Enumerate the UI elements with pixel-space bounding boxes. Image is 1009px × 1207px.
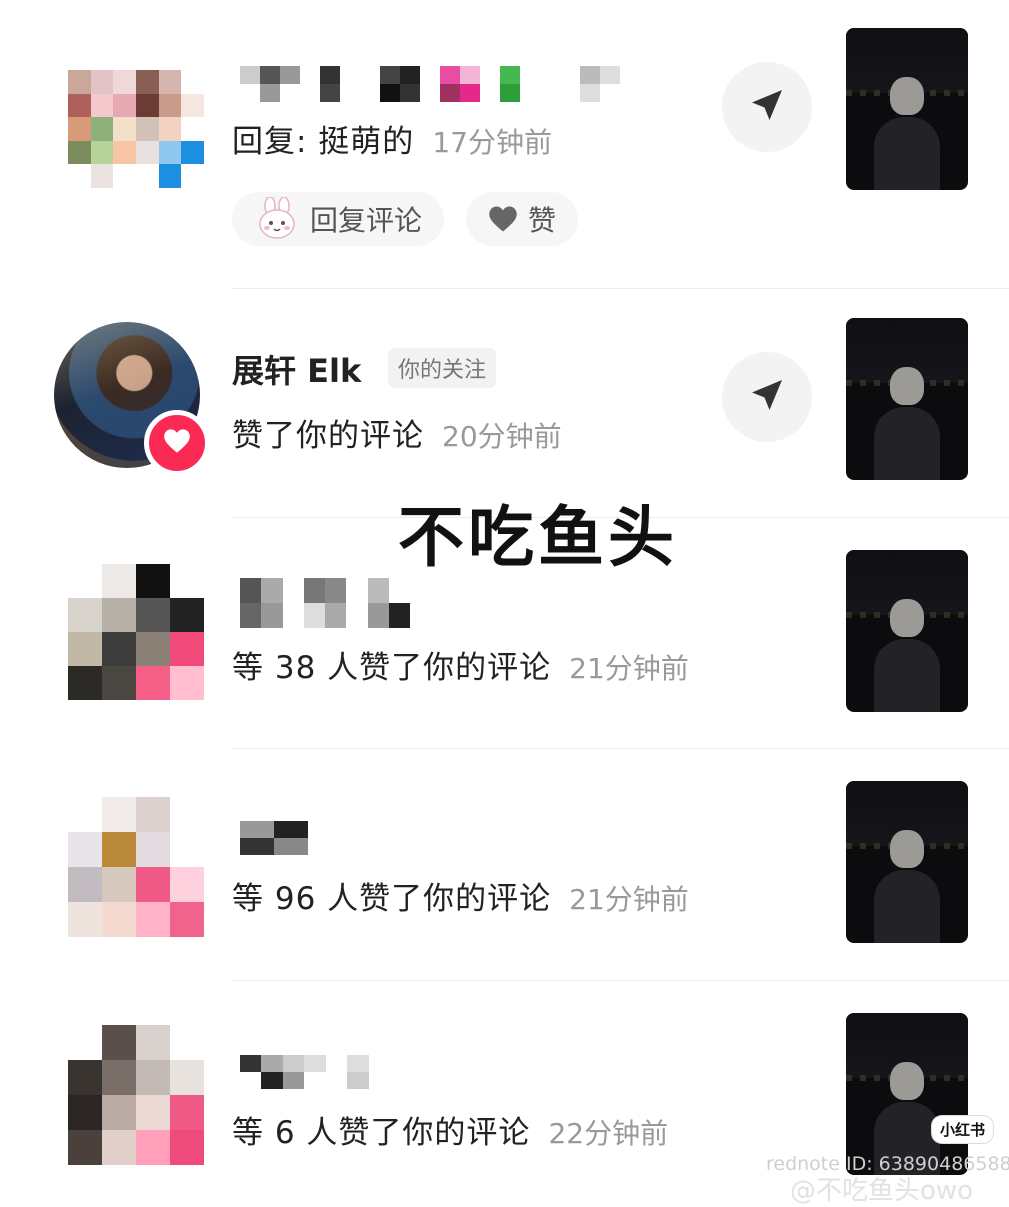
paper-plane-icon (747, 375, 787, 419)
divider (232, 288, 1009, 289)
video-thumbnail[interactable] (846, 28, 968, 190)
overlay-caption: 不吃鱼头 (398, 499, 678, 576)
blurred-avatar (68, 1025, 204, 1165)
notification-item[interactable]: 回复: 挺萌的 17分钟前 回复评论 赞 (0, 0, 1009, 290)
bunny-sticker-icon (254, 197, 300, 241)
reply-comment-label: 回复评论 (310, 204, 423, 237)
notification-item[interactable]: 等 96 人赞了你的评论 21分钟前 (0, 749, 1009, 981)
notification-text: 等 96 人赞了你的评论 21分钟前 (232, 881, 689, 917)
blurred-username (240, 578, 410, 628)
like-button[interactable]: 赞 (466, 192, 579, 246)
timestamp: 22分钟前 (548, 1117, 669, 1150)
like-label: 赞 (528, 204, 557, 237)
timestamp: 17分钟前 (432, 126, 552, 159)
share-button[interactable] (722, 62, 812, 152)
heart-icon (163, 427, 191, 459)
reply-comment-button[interactable]: 回复评论 (232, 192, 445, 246)
timestamp: 21分钟前 (569, 652, 689, 685)
blurred-username (240, 1055, 390, 1089)
blurred-avatar (68, 70, 204, 188)
blurred-username (240, 821, 308, 855)
like-badge (144, 410, 210, 476)
video-thumbnail[interactable] (846, 1013, 968, 1175)
video-thumbnail[interactable] (846, 550, 968, 712)
following-tag: 你的关注 (388, 348, 497, 388)
timestamp: 21分钟前 (569, 883, 689, 916)
notification-text: 赞了你的评论 20分钟前 (232, 418, 562, 454)
app-badge: 小红书 (932, 1116, 994, 1143)
blurred-avatar (68, 797, 204, 937)
watermark-weibo: @不吃鱼头owo (790, 1176, 974, 1206)
timestamp: 20分钟前 (442, 420, 562, 453)
paper-plane-icon (747, 85, 787, 129)
video-thumbnail[interactable] (846, 781, 968, 943)
share-button[interactable] (722, 352, 812, 442)
heart-icon (488, 205, 518, 233)
blurred-username (240, 66, 640, 102)
video-thumbnail[interactable] (846, 318, 968, 480)
username[interactable]: 展轩 Elk (232, 346, 361, 392)
blurred-avatar (68, 564, 204, 700)
notification-text: 等 38 人赞了你的评论 21分钟前 (232, 650, 689, 686)
notification-text: 回复: 挺萌的 17分钟前 (232, 124, 552, 160)
notification-text: 等 6 人赞了你的评论 22分钟前 (232, 1115, 669, 1151)
